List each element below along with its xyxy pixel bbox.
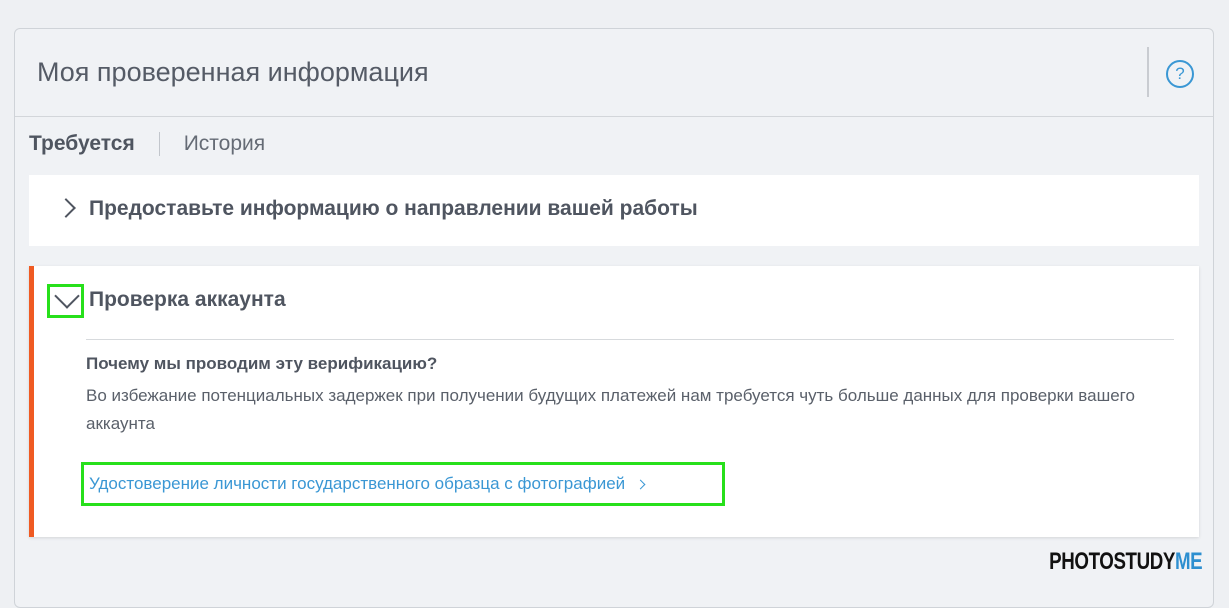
tab-bar: Требуется История xyxy=(29,129,265,159)
tab-history[interactable]: История xyxy=(184,132,265,156)
chevron-right-icon xyxy=(56,198,76,218)
verification-question: Почему мы проводим эту верификацию? xyxy=(86,354,438,373)
header-divider xyxy=(1147,47,1149,97)
account-verification-card: Проверка аккаунта Почему мы проводим эту… xyxy=(29,266,1199,537)
watermark-part2: ME xyxy=(1174,548,1203,575)
panel-header: Моя проверенная информация ? xyxy=(15,29,1213,117)
collapse-toggle[interactable] xyxy=(47,283,84,318)
work-direction-title: Предоставьте информацию о направлении ва… xyxy=(89,197,698,220)
page-title: Моя проверенная информация xyxy=(37,57,429,87)
watermark-part1: PHOTOSTUDY xyxy=(1048,548,1175,575)
help-icon[interactable]: ? xyxy=(1166,60,1194,88)
account-verification-title: Проверка аккаунта xyxy=(89,288,286,311)
divider xyxy=(86,339,1174,340)
government-id-link-label: Удостоверение личности государственного … xyxy=(89,474,626,493)
verification-explanation: Во избежание потенциальных задержек при … xyxy=(86,386,1135,433)
verified-info-panel: Моя проверенная информация ? Требуется И… xyxy=(14,28,1214,608)
work-direction-card[interactable]: Предоставьте информацию о направлении ва… xyxy=(29,175,1199,246)
watermark-logo: PHOTOSTUDYME xyxy=(1049,548,1202,576)
government-id-link[interactable]: Удостоверение личности государственного … xyxy=(81,462,725,506)
chevron-right-icon xyxy=(635,479,646,489)
tab-required[interactable]: Требуется xyxy=(29,132,135,156)
tab-separator xyxy=(158,132,160,156)
chevron-down-icon xyxy=(54,283,80,309)
